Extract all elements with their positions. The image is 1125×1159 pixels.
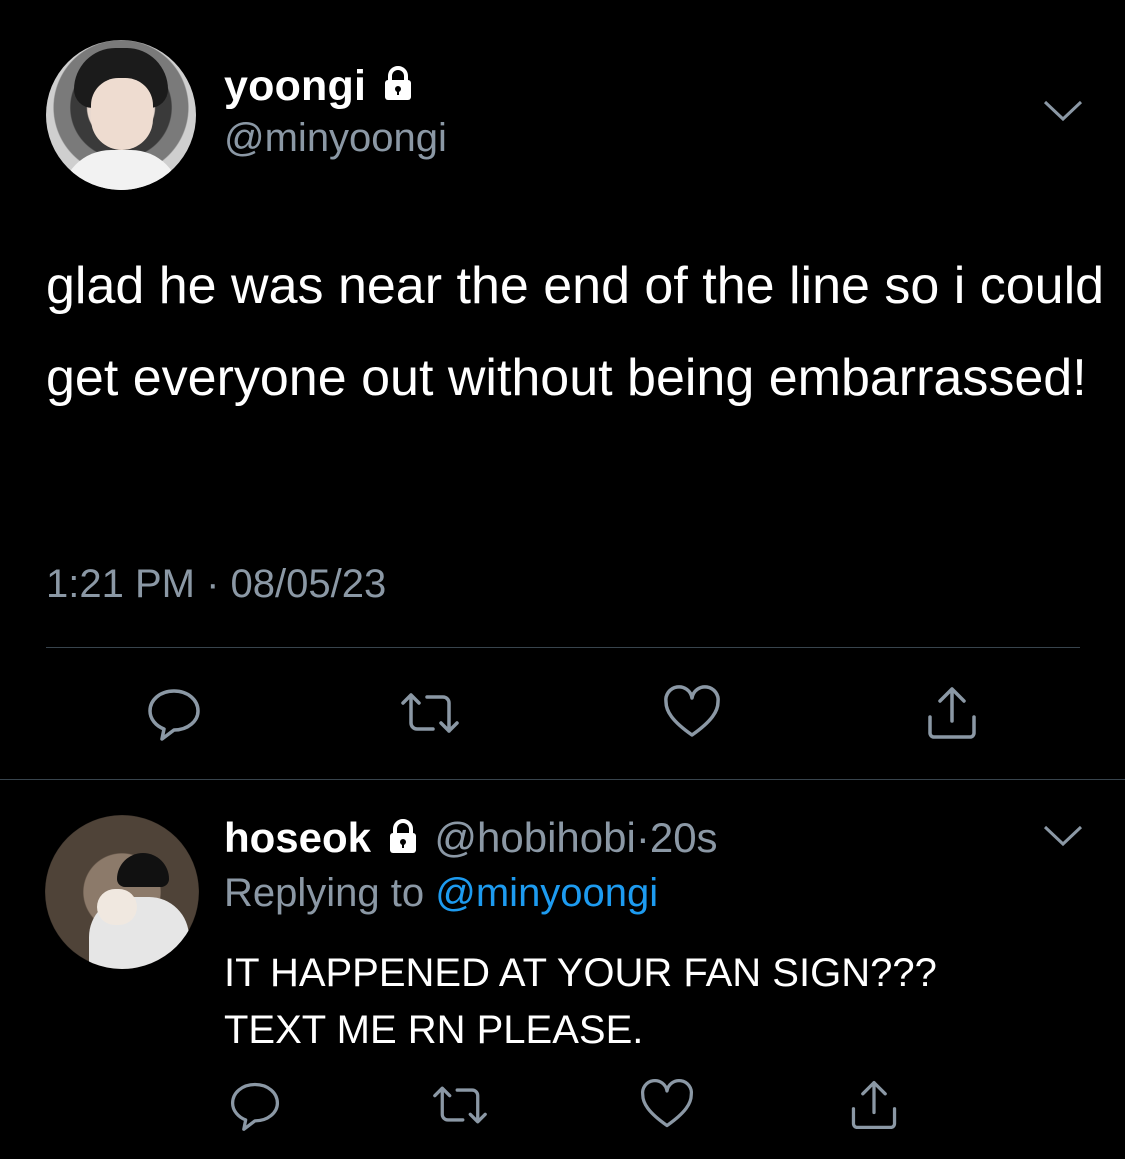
replying-label: Replying to	[224, 871, 425, 915]
replying-handle-link[interactable]: @minyoongi	[435, 871, 658, 915]
reply-author-name[interactable]: hoseok	[224, 814, 371, 861]
like-icon[interactable]	[662, 683, 722, 743]
share-icon[interactable]	[846, 1077, 906, 1137]
reply-age: 20s	[649, 814, 718, 861]
timestamp-separator: ·	[206, 562, 220, 606]
replying-to: Replying to @minyoongi	[224, 871, 658, 916]
reply-text: IT HAPPENED AT YOUR FAN SIGN??? TEXT ME …	[224, 945, 1084, 1059]
chevron-down-icon[interactable]	[1042, 823, 1084, 854]
chevron-down-icon[interactable]	[1042, 98, 1084, 129]
lock-icon	[383, 816, 423, 866]
retweet-icon[interactable]	[395, 683, 459, 743]
reply-icon[interactable]	[144, 683, 204, 743]
tweet-time: 1:21 PM	[46, 562, 195, 606]
share-icon[interactable]	[922, 683, 982, 743]
tweet-author-handle[interactable]: @minyoongi	[224, 116, 447, 161]
tweet-text: glad he was near the end of the line so …	[46, 257, 1105, 407]
tweet-author-name[interactable]: yoongi	[224, 62, 418, 114]
divider	[0, 779, 1125, 780]
divider	[46, 647, 1080, 648]
author-name-text: yoongi	[224, 62, 367, 110]
reply-author-handle[interactable]: @hobihobi	[434, 814, 635, 861]
tweet-date: 08/05/23	[230, 562, 387, 606]
reply-icon[interactable]	[227, 1077, 287, 1137]
reply-text-line: IT HAPPENED AT YOUR FAN SIGN???	[224, 951, 937, 995]
reply-separator: ·	[635, 814, 650, 861]
like-icon[interactable]	[639, 1077, 699, 1137]
lock-icon	[378, 63, 418, 114]
retweet-icon[interactable]	[427, 1077, 487, 1137]
tweet-timestamp[interactable]: 1:21 PM · 08/05/23	[46, 562, 386, 607]
reply-header: hoseok @hobihobi·20s	[224, 814, 718, 866]
avatar-yoongi[interactable]	[46, 40, 196, 190]
avatar-hoseok[interactable]	[45, 815, 199, 969]
reply-text-line: TEXT ME RN PLEASE.	[224, 1008, 644, 1052]
